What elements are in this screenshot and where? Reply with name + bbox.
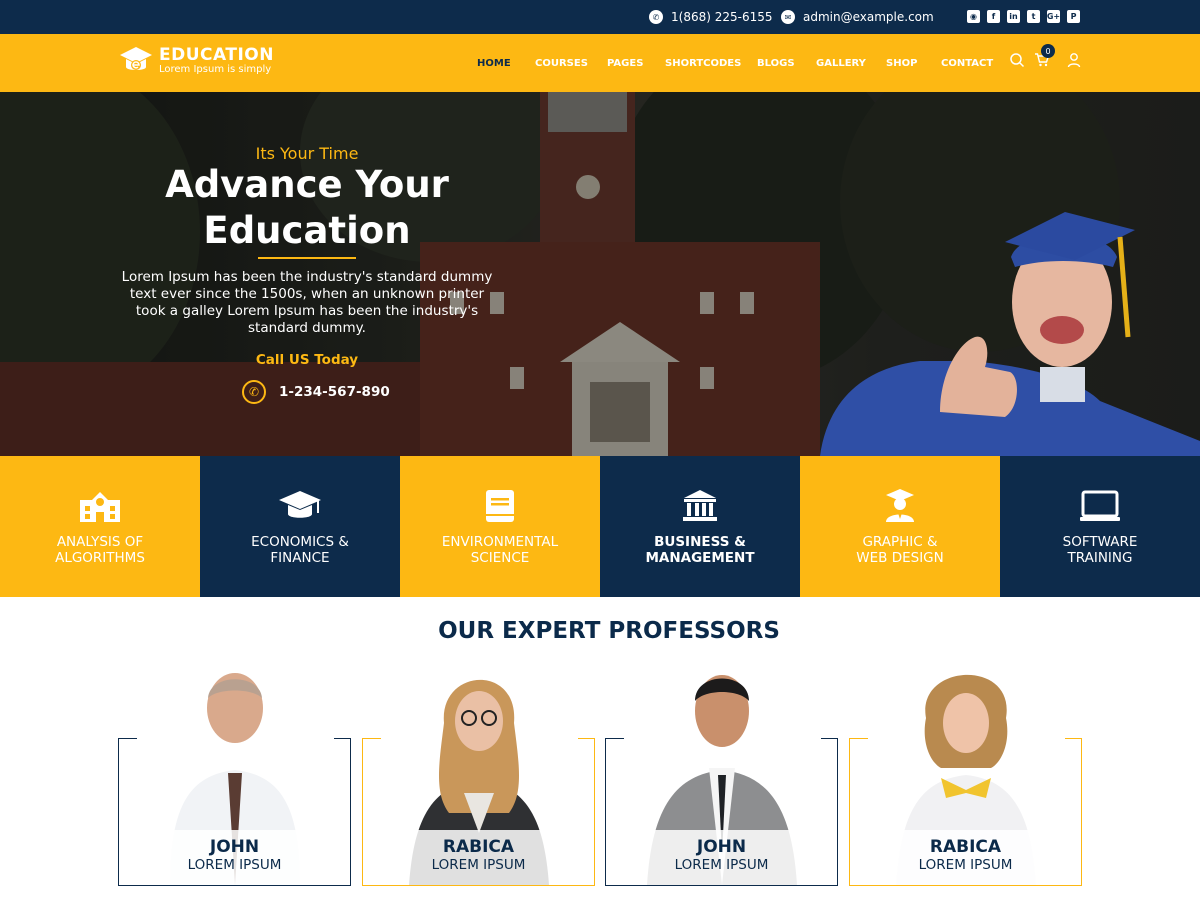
nav-item-gallery[interactable]: GALLERY (816, 58, 866, 69)
category-line-1: GRAPHIC & (862, 534, 938, 550)
nav-item-pages[interactable]: PAGES (607, 58, 643, 69)
nav-item-shop[interactable]: SHOP (886, 58, 917, 69)
category-line-1: ENVIRONMENTAL (441, 534, 559, 550)
category-label: BUSINESS & MANAGEMENT (600, 534, 800, 566)
nav-item-home[interactable]: HOME (477, 58, 511, 69)
bank-icon (683, 490, 717, 521)
nav-item-blogs[interactable]: BLOGS (757, 58, 795, 69)
user-icon[interactable] (1066, 52, 1082, 68)
professor-name: RABICA (929, 837, 1002, 857)
linkedin-icon[interactable]: in (1007, 10, 1020, 23)
logo-mark-icon (120, 47, 152, 70)
hero-call-label: Call US Today (255, 352, 359, 368)
category-tile-algorithms[interactable]: ANALYSIS OF ALGORITHMS (0, 456, 200, 597)
nav-item-shortcodes[interactable]: SHORTCODES (665, 58, 741, 69)
professor-role: LOREM IPSUM (187, 857, 282, 873)
topbar-phone-text: 1(868) 225-6155 (671, 10, 773, 24)
hero-title: Advance Your Education (112, 162, 502, 254)
top-contact-bar: ✆ 1(868) 225-6155 ✉ admin@example.com ◉ … (0, 0, 1200, 34)
category-line-2: SCIENCE (470, 550, 530, 566)
hero-banner: Its Your Time Advance Your Education Lor… (0, 92, 1200, 456)
professor-role: LOREM IPSUM (674, 857, 769, 873)
professor-name: JOHN (209, 837, 260, 857)
category-tile-software[interactable]: SOFTWARE TRAINING (1000, 456, 1200, 597)
professor-name-box: RABICA LOREM IPSUM (397, 830, 560, 885)
category-label: ENVIRONMENTAL SCIENCE (400, 534, 600, 566)
nav-item-contact[interactable]: CONTACT (941, 58, 993, 69)
professor-name-box: JOHN LOREM IPSUM (640, 830, 803, 885)
hero-title-line-1: Advance Your (165, 163, 449, 206)
pinterest-icon[interactable]: P (1067, 10, 1080, 23)
hero-kicker: Its Your Time (255, 144, 359, 163)
professor-name: RABICA (442, 837, 515, 857)
professor-role: LOREM IPSUM (431, 857, 526, 873)
professor-card[interactable]: RABICA LOREM IPSUM (362, 663, 595, 886)
professor-name-box: JOHN LOREM IPSUM (153, 830, 316, 885)
main-navbar: EDUCATION Lorem Ipsum is simply HOME COU… (0, 34, 1200, 92)
graduation-cap-icon (279, 491, 321, 518)
facebook-icon[interactable]: f (987, 10, 1000, 23)
category-line-2: WEB DESIGN (856, 550, 944, 566)
logo-subtitle: Lorem Ipsum is simply (159, 64, 272, 75)
topbar-email-text: admin@example.com (803, 10, 934, 24)
professor-role: LOREM IPSUM (918, 857, 1013, 873)
social-links: ◉ f in t G+ P (967, 10, 1080, 23)
professor-card[interactable]: JOHN LOREM IPSUM (605, 663, 838, 886)
search-icon[interactable] (1009, 52, 1025, 68)
email-icon: ✉ (781, 10, 795, 24)
hero-divider (258, 257, 356, 259)
category-tile-environmental[interactable]: ENVIRONMENTAL SCIENCE (400, 456, 600, 597)
phone-icon: ✆ (649, 10, 663, 24)
section-title: OUR EXPERT PROFESSORS (438, 618, 780, 644)
category-label: ANALYSIS OF ALGORITHMS (0, 534, 200, 566)
instagram-icon[interactable]: ◉ (967, 10, 980, 23)
nav-item-courses[interactable]: COURSES (535, 58, 588, 69)
school-building-icon (80, 492, 120, 522)
category-line-2: ALGORITHMS (55, 550, 145, 566)
professor-card[interactable]: RABICA LOREM IPSUM (849, 663, 1082, 886)
category-line-2: FINANCE (270, 550, 330, 566)
category-line-1: SOFTWARE (1062, 534, 1138, 550)
category-tile-graphic[interactable]: GRAPHIC & WEB DESIGN (800, 456, 1000, 597)
twitter-icon[interactable]: t (1027, 10, 1040, 23)
book-icon (486, 490, 514, 522)
cart-count-badge: 0 (1041, 44, 1055, 58)
category-tile-business[interactable]: BUSINESS & MANAGEMENT (600, 456, 800, 597)
phone-icon: ✆ (242, 380, 266, 404)
topbar-email[interactable]: ✉ admin@example.com (781, 0, 934, 34)
category-label: GRAPHIC & WEB DESIGN (800, 534, 1000, 566)
graduate-person-icon (886, 489, 914, 522)
site-logo[interactable]: EDUCATION Lorem Ipsum is simply (119, 46, 274, 76)
category-tiles: ANALYSIS OF ALGORITHMS ECONOMICS & FINAN… (0, 456, 1200, 597)
google-plus-icon[interactable]: G+ (1047, 10, 1060, 23)
hero-description: Lorem Ipsum has been the industry's stan… (121, 269, 493, 336)
professor-name-box: RABICA LOREM IPSUM (884, 830, 1047, 885)
laptop-icon (1080, 490, 1120, 521)
category-tile-economics[interactable]: ECONOMICS & FINANCE (200, 456, 400, 597)
category-line-1: BUSINESS & (654, 534, 746, 550)
category-label: ECONOMICS & FINANCE (200, 534, 400, 566)
hero-phone[interactable]: ✆ 1-234-567-890 (242, 380, 390, 404)
professor-name: JOHN (696, 837, 747, 857)
hero-phone-number: 1-234-567-890 (279, 384, 390, 400)
category-line-2: TRAINING (1067, 550, 1133, 566)
category-line-1: ECONOMICS & (251, 534, 349, 550)
professor-card[interactable]: JOHN LOREM IPSUM (118, 663, 351, 886)
topbar-phone[interactable]: ✆ 1(868) 225-6155 (649, 0, 773, 34)
hero-title-line-2: Education (203, 209, 411, 252)
category-line-1: ANALYSIS OF (56, 534, 144, 550)
category-label: SOFTWARE TRAINING (1000, 534, 1200, 566)
logo-title: EDUCATION (159, 45, 274, 65)
category-line-2: MANAGEMENT (645, 550, 755, 566)
